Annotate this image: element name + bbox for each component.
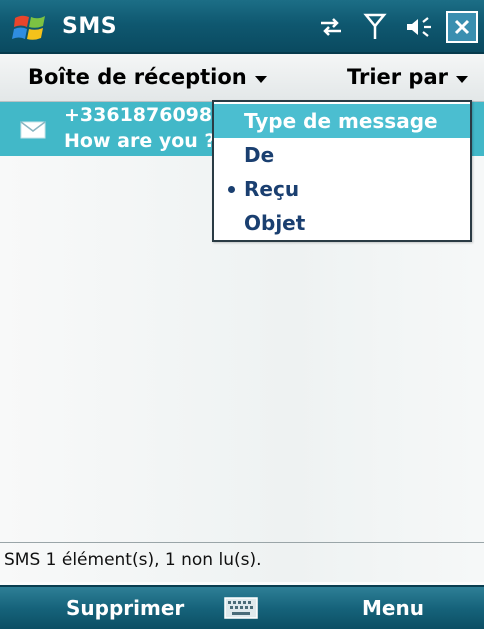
- envelope-icon: [20, 120, 46, 140]
- signal-antenna-icon[interactable]: [358, 10, 392, 44]
- keyboard-icon[interactable]: [224, 597, 258, 619]
- status-icons: [314, 8, 478, 46]
- folder-dropdown[interactable]: Boîte de réception: [28, 65, 267, 89]
- menu-softkey[interactable]: Menu: [362, 596, 424, 620]
- folder-label: Boîte de réception: [28, 65, 247, 89]
- menu-item-label: Type de message: [244, 109, 438, 133]
- chevron-down-icon: [254, 75, 267, 83]
- delete-softkey[interactable]: Supprimer: [66, 596, 184, 620]
- chevron-down-icon: [456, 75, 468, 83]
- menu-item-label: Reçu: [244, 177, 300, 201]
- menu-item-received[interactable]: Reçu: [214, 172, 470, 206]
- sms-screen: SMS Boîte de réception Trier par +336187…: [0, 0, 484, 629]
- menu-item-label: Objet: [244, 211, 306, 235]
- title-bar: SMS: [0, 0, 484, 54]
- sort-label: Trier par: [346, 65, 448, 89]
- sort-dropdown[interactable]: Trier par: [347, 65, 468, 89]
- data-sync-icon[interactable]: [314, 10, 348, 44]
- menu-item-from[interactable]: De: [214, 138, 470, 172]
- close-icon[interactable]: [446, 11, 478, 43]
- menu-item-subject[interactable]: Objet: [214, 206, 470, 240]
- sort-menu: Type de message De Reçu Objet: [212, 100, 472, 242]
- message-preview: How are you ?: [64, 130, 216, 152]
- divider: [0, 542, 484, 543]
- radio-bullet-icon: [228, 186, 235, 193]
- message-sender: +33618760989: [64, 104, 224, 126]
- softkey-bar: Supprimer Menu: [0, 585, 484, 629]
- speaker-icon[interactable]: [402, 10, 436, 44]
- menu-item-message-type[interactable]: Type de message: [214, 104, 470, 138]
- menu-item-label: De: [244, 143, 275, 167]
- app-title: SMS: [62, 14, 118, 39]
- status-text: SMS 1 élément(s), 1 non lu(s).: [4, 550, 262, 570]
- windows-start-icon[interactable]: [12, 10, 48, 44]
- filter-bar: Boîte de réception Trier par: [0, 54, 484, 102]
